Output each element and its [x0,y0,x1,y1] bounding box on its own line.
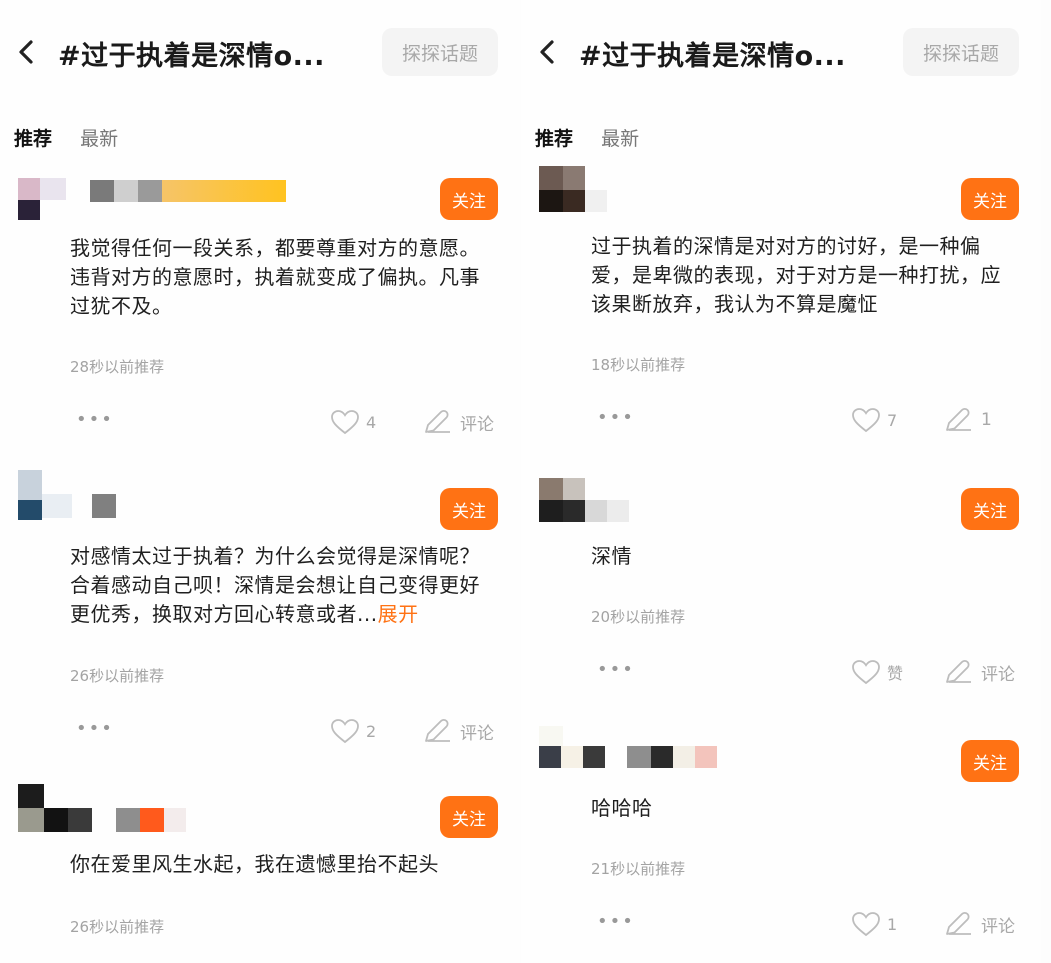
post-timestamp: 26秒以前推荐 [70,918,165,936]
like-button[interactable]: 2 [330,716,376,746]
like-count: 7 [887,410,898,430]
back-arrow-icon[interactable] [535,36,559,68]
heart-icon [331,719,359,744]
pencil-comment-icon [946,407,971,431]
expand-link[interactable]: 展开 [378,602,419,626]
topic-title: #过于执着是深情o... [579,41,846,72]
comment-label: 评论 [460,414,494,435]
post-card: 关注 我觉得任何一段关系，都要尊重对方的意愿。违背对方的意愿时，执着就变成了偏执… [0,178,520,448]
right-screen: #过于执着是深情o... 探探话题 推荐 最新 关注 过于执着的深情是对对方的讨… [521,0,1041,963]
post-actions: ••• 4 评论 [0,407,520,437]
comment-button[interactable]: 1 [943,405,992,435]
avatar[interactable] [18,178,318,222]
heart-icon [852,660,880,685]
topic-header: #过于执着是深情o... 探探话题 [521,26,1041,80]
post-timestamp: 21秒以前推荐 [591,860,686,878]
heart-icon [852,912,880,937]
comment-button[interactable]: 评论 [943,909,1015,939]
feed-tabs: 推荐 最新 [14,124,140,151]
like-button[interactable]: 4 [330,407,376,437]
more-options-icon[interactable]: ••• [597,661,635,679]
explore-topic-button[interactable]: 探探话题 [382,28,498,76]
post-card: 关注 深情 20秒以前推荐 ••• 赞 评论 [521,478,1041,698]
post-actions: ••• 7 1 [521,405,1041,435]
like-count: 2 [366,721,377,741]
more-options-icon[interactable]: ••• [597,913,635,931]
follow-button[interactable]: 关注 [440,796,498,838]
like-count: 4 [366,412,377,432]
post-timestamp: 28秒以前推荐 [70,358,165,376]
tab-recommended[interactable]: 推荐 [14,124,52,151]
comment-button[interactable]: 评论 [422,407,494,437]
post-timestamp: 26秒以前推荐 [70,667,165,685]
pencil-comment-icon [425,718,450,742]
post-content: 深情 [591,544,632,568]
avatar[interactable] [18,470,318,532]
tab-latest[interactable]: 最新 [80,124,118,151]
like-button[interactable]: 7 [851,405,897,435]
post-actions: ••• 1 评论 [521,909,1041,939]
feed-tabs: 推荐 最新 [535,124,661,151]
back-arrow-icon[interactable] [14,36,38,68]
left-screen: #过于执着是深情o... 探探话题 推荐 最新 关注 我觉得任何一段关系，都要尊… [0,0,520,963]
comment-button[interactable]: 评论 [943,657,1015,687]
avatar[interactable] [539,166,839,222]
comment-label: 评论 [460,723,494,744]
post-content: 我觉得任何一段关系，都要尊重对方的意愿。违背对方的意愿时，执着就变成了偏执。凡事… [70,236,480,318]
more-options-icon[interactable]: ••• [76,720,114,738]
follow-button[interactable]: 关注 [961,178,1019,220]
like-button[interactable]: 赞 [851,657,903,687]
avatar[interactable] [539,726,839,784]
like-button[interactable]: 1 [851,909,897,939]
avatar[interactable] [539,478,839,532]
topic-title: #过于执着是深情o... [58,41,325,72]
tab-recommended[interactable]: 推荐 [535,124,573,151]
comment-button[interactable]: 评论 [422,716,494,746]
follow-button[interactable]: 关注 [961,488,1019,530]
topic-header: #过于执着是深情o... 探探话题 [0,26,520,80]
like-label: 赞 [887,664,904,683]
post-content: 你在爱里风生水起，我在遗憾里抬不起头 [70,852,439,876]
post-card: 关注 哈哈哈 21秒以前推荐 ••• 1 评论 [521,726,1041,963]
heart-icon [852,408,880,433]
follow-button[interactable]: 关注 [961,740,1019,782]
comment-count: 1 [981,410,992,430]
post-card: 关注 过于执着的深情是对对方的讨好，是一种偏爱，是卑微的表现，对于对方是一种打扰… [521,166,1041,448]
post-card: 关注 你在爱里风生水起，我在遗憾里抬不起头 26秒以前推荐 [0,784,520,963]
explore-topic-button[interactable]: 探探话题 [903,28,1019,76]
post-card: 关注 对感情太过于执着？为什么会觉得是深情呢？合着感动自己呗！深情是会想让自己变… [0,470,520,758]
pencil-comment-icon [425,409,450,433]
tab-latest[interactable]: 最新 [601,124,639,151]
post-actions: ••• 赞 评论 [521,657,1041,687]
comment-label: 评论 [981,916,1015,937]
pencil-comment-icon [946,659,971,683]
post-content: 对感情太过于执着？为什么会觉得是深情呢？合着感动自己呗！深情是会想让自己变得更好… [70,542,498,629]
more-options-icon[interactable]: ••• [597,409,635,427]
follow-button[interactable]: 关注 [440,488,498,530]
heart-icon [331,410,359,435]
post-timestamp: 20秒以前推荐 [591,608,686,626]
post-content: 过于执着的深情是对对方的讨好，是一种偏爱，是卑微的表现，对于对方是一种打扰，应该… [591,234,1001,316]
post-timestamp: 18秒以前推荐 [591,356,686,374]
pencil-comment-icon [946,911,971,935]
like-count: 1 [887,914,898,934]
comment-label: 评论 [981,664,1015,685]
post-content: 哈哈哈 [591,796,653,820]
post-actions: ••• 2 评论 [0,716,520,746]
follow-button[interactable]: 关注 [440,178,498,220]
more-options-icon[interactable]: ••• [76,411,114,429]
avatar[interactable] [18,784,318,840]
